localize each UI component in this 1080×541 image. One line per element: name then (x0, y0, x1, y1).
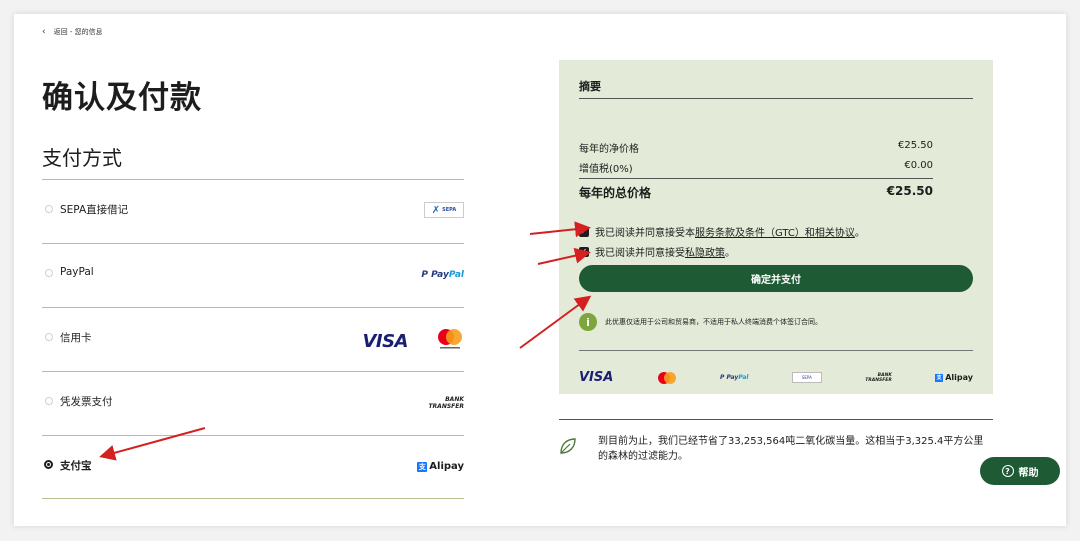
payment-option-label: 凭发票支付 (60, 396, 113, 408)
gtc-consent[interactable]: ✓ 我已阅读并同意接受本服务条款及条件（GTC）和相关协议。 (579, 224, 865, 239)
radio-sepa[interactable] (45, 205, 53, 213)
alipay-logo: 支 Alipay (417, 461, 464, 472)
bank-transfer-logo: BANK TRANSFER (428, 396, 464, 410)
mastercard-logo (657, 371, 676, 384)
page-title: 确认及付款 (42, 80, 202, 116)
mastercard-logo (438, 329, 462, 349)
sepa-logo: ✗ SEPA (424, 202, 464, 218)
back-link[interactable]: ‹ 返回 - 您的信息 (42, 27, 103, 37)
payment-option-label: 支付宝 (60, 460, 92, 472)
help-label: 帮助 (1018, 467, 1039, 479)
privacy-checkbox[interactable]: ✓ (579, 246, 589, 257)
radio-invoice[interactable] (45, 397, 53, 405)
payment-option-label: PayPal (60, 266, 94, 278)
confirm-and-pay-button[interactable]: 确定并支付 (579, 265, 973, 292)
offer-notice: i 此优惠仅适用于公司和贸易商，不适用于私人终端消费个体签订合同。 (579, 313, 822, 331)
radio-paypal[interactable] (45, 269, 53, 277)
carbon-text-line: 的森林的过滤能力。 (598, 451, 688, 462)
total-price-row: 每年的总价格 €25.50 (579, 184, 933, 201)
privacy-consent[interactable]: ✓ 我已阅读并同意接受私隐政策。 (579, 244, 735, 259)
vat-row: 增值税(0%) €0.00 (579, 160, 933, 175)
net-price-value: €25.50 (898, 140, 933, 151)
alipay-logo: 支 Alipay (935, 373, 973, 382)
payment-option-label: SEPA直接借记 (60, 204, 129, 216)
payment-option-invoice[interactable]: 凭发票支付 BANK TRANSFER (42, 371, 464, 435)
divider (579, 98, 973, 99)
payment-option-paypal[interactable]: PayPal P PayPal (42, 243, 464, 307)
total-price-value: €25.50 (886, 184, 933, 198)
offer-notice-text: 此优惠仅适用于公司和贸易商，不适用于私人终端消费个体签订合同。 (605, 318, 822, 326)
divider (579, 178, 933, 179)
net-price-row: 每年的净价格 €25.50 (579, 140, 933, 155)
gtc-checkbox[interactable]: ✓ (579, 226, 589, 237)
net-price-label: 每年的净价格 (579, 144, 639, 155)
payment-option-sepa[interactable]: SEPA直接借记 ✗ SEPA (42, 179, 464, 243)
bank-transfer-logo: BANK TRANSFER (865, 372, 892, 383)
back-link-label: 返回 - 您的信息 (53, 28, 103, 36)
carbon-savings-notice: 到目前为止，我们已经节省了33,253,564吨二氧化碳当量。这相当于3,325… (558, 434, 998, 464)
payment-method-heading: 支付方式 (42, 146, 122, 170)
paypal-logo: P PayPal (720, 374, 749, 381)
leaf-icon (560, 438, 576, 454)
payment-option-alipay[interactable]: 支付宝 支 Alipay (42, 435, 464, 499)
paypal-logo: P PayPal (421, 270, 464, 280)
visa-logo: VISA (579, 370, 614, 385)
help-button[interactable]: ? 帮助 (980, 457, 1060, 485)
payment-method-list: SEPA直接借记 ✗ SEPA PayPal P PayPal 信用卡 VISA … (42, 179, 464, 499)
info-icon: i (579, 313, 597, 331)
total-price-label: 每年的总价格 (579, 186, 652, 200)
payment-option-label: 信用卡 (60, 332, 92, 344)
radio-credit-card[interactable] (45, 333, 53, 341)
vat-value: €0.00 (904, 160, 933, 171)
divider (559, 419, 993, 420)
summary-title: 摘要 (579, 80, 601, 93)
visa-logo: VISA (362, 331, 408, 352)
order-summary-panel: 摘要 每年的净价格 €25.50 增值税(0%) €0.00 每年的总价格 €2… (559, 60, 993, 394)
divider (579, 350, 973, 351)
carbon-text-line: 到目前为止，我们已经节省了33,253,564吨二氧化碳当量。这相当于3,325… (598, 436, 984, 447)
help-icon: ? (1001, 465, 1014, 477)
vat-label: 增值税(0%) (579, 164, 633, 175)
sepa-logo: SEPA (791, 372, 822, 383)
chevron-left-icon: ‹ (42, 27, 46, 37)
radio-alipay[interactable] (44, 460, 53, 469)
accepted-payments-row: VISA P PayPal SEPA BANK TRANSFER 支 Alipay (579, 370, 973, 385)
payment-option-credit-card[interactable]: 信用卡 VISA (42, 307, 464, 371)
privacy-policy-link[interactable]: 私隐政策 (685, 248, 725, 259)
gtc-link[interactable]: 服务条款及条件（GTC）和相关协议 (695, 228, 855, 239)
